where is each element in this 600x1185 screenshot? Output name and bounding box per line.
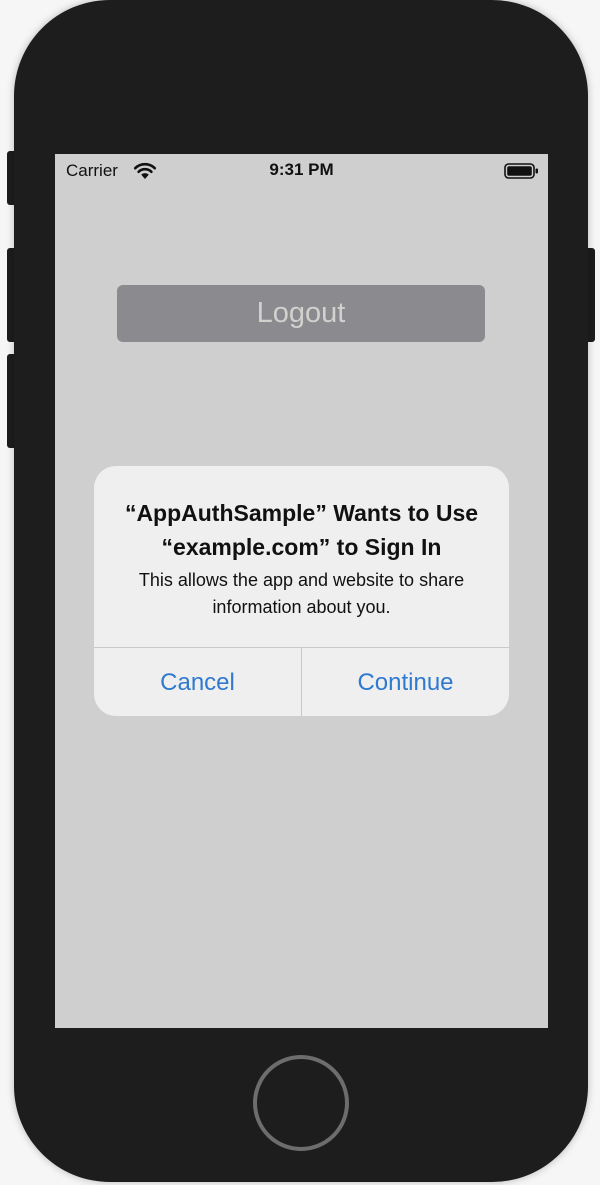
status-bar: Carrier 9:31 PM bbox=[55, 154, 548, 188]
device-screen: Carrier 9:31 PM Logout “AppAuthSample” W… bbox=[55, 154, 548, 1028]
cancel-button[interactable]: Cancel bbox=[94, 648, 301, 716]
alert-actions: Cancel Continue bbox=[94, 647, 509, 716]
battery-full-icon bbox=[504, 163, 538, 179]
continue-button[interactable]: Continue bbox=[302, 648, 509, 716]
alert-message: This allows the app and website to share… bbox=[138, 570, 465, 617]
home-button[interactable] bbox=[253, 1055, 349, 1151]
device-frame: Carrier 9:31 PM Logout “AppAuthSample” W… bbox=[0, 0, 600, 1185]
alert-title: “AppAuthSample” Wants to Use “example.co… bbox=[124, 500, 479, 560]
logout-button[interactable]: Logout bbox=[117, 285, 485, 342]
status-time: 9:31 PM bbox=[269, 160, 334, 179]
sign-in-alert: “AppAuthSample” Wants to Use “example.co… bbox=[94, 466, 509, 716]
